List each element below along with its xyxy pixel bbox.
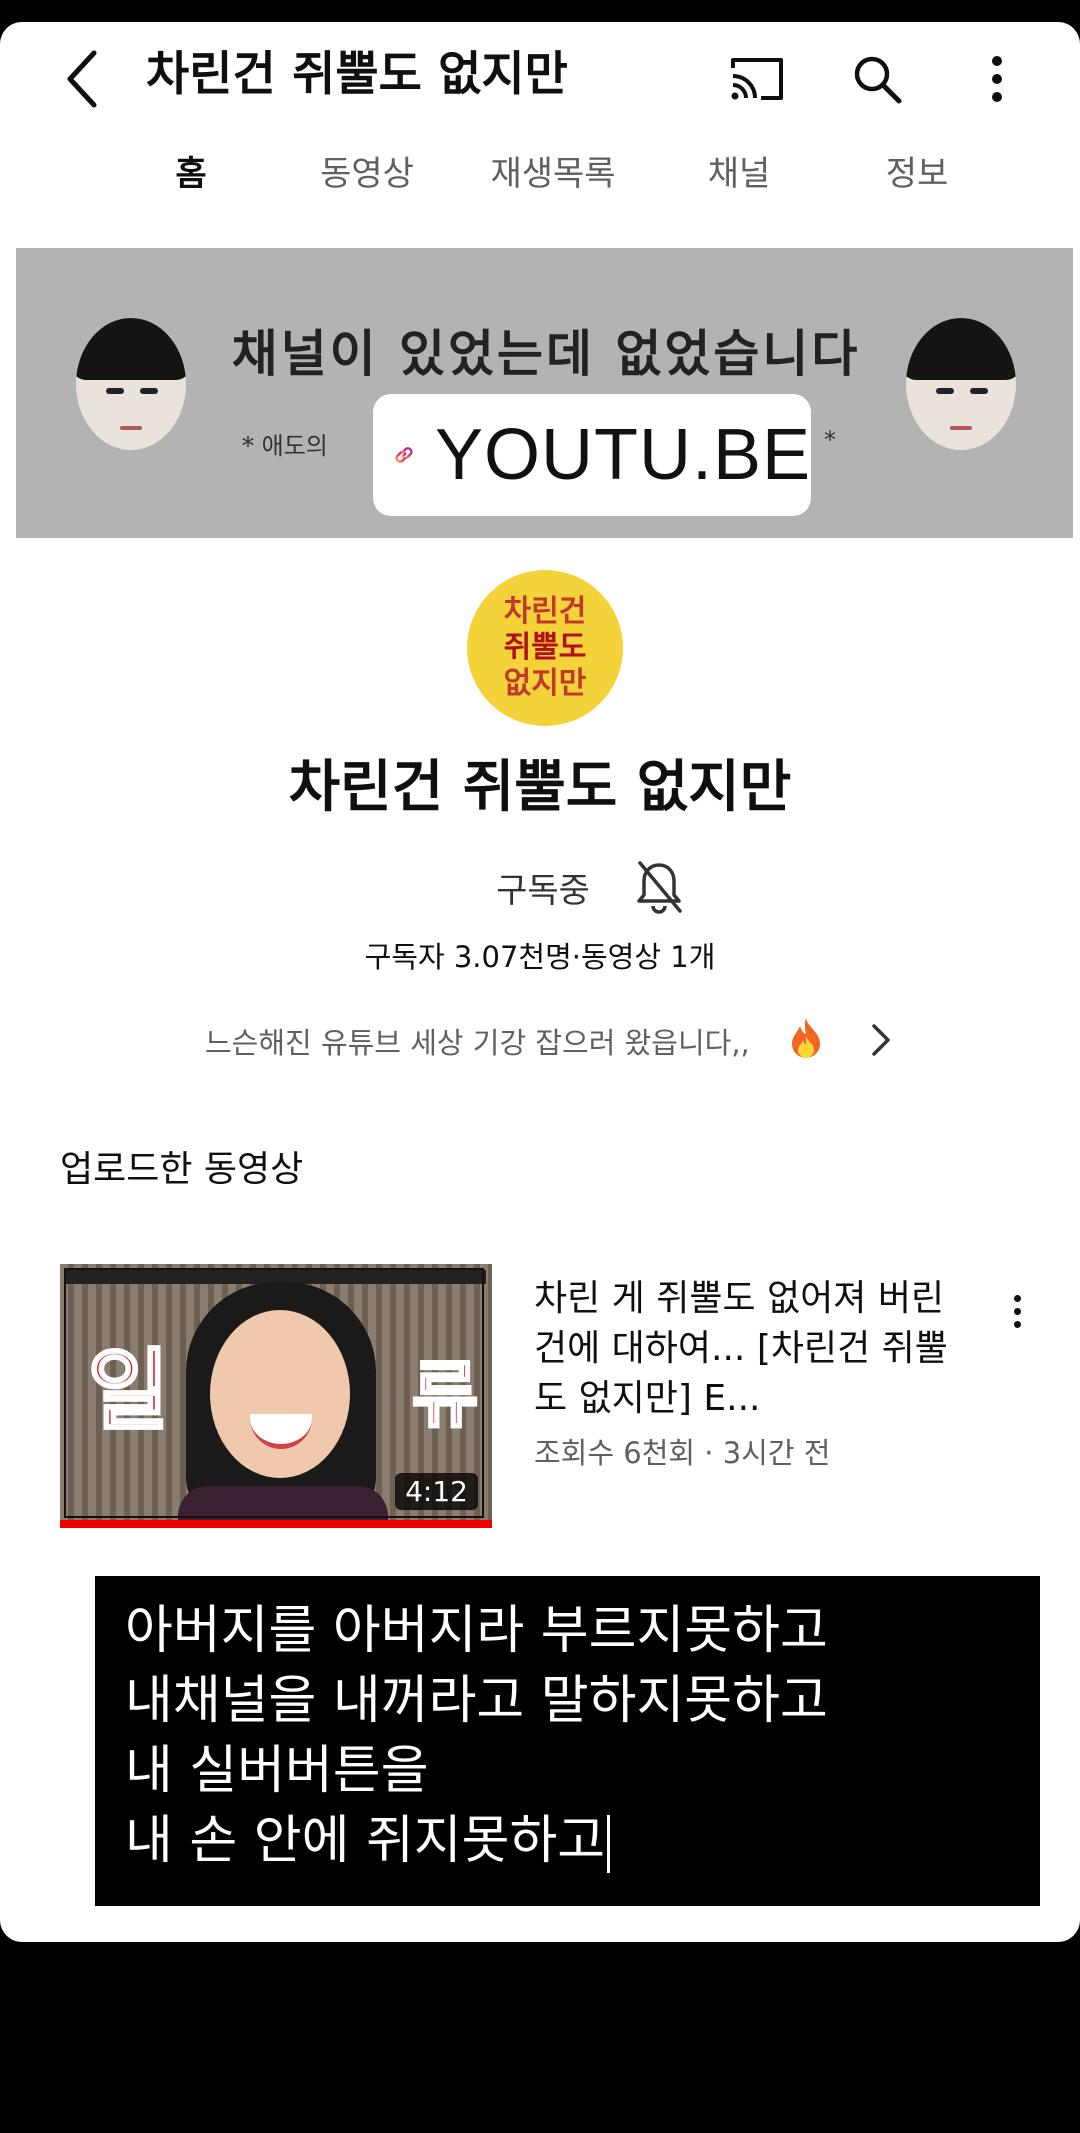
- more-vertical-icon: [992, 56, 1002, 102]
- caption-line-2: 내채널을 내꺼라고 말하지못하고: [125, 1671, 828, 1731]
- banner-star: *: [824, 426, 836, 454]
- video-more-button[interactable]: [1000, 1286, 1034, 1336]
- overflow-menu-button[interactable]: [962, 46, 1032, 112]
- avatar-text-line-1: 차린건: [503, 594, 587, 629]
- avatar-text-line-2: 쥐뿔도: [503, 630, 587, 665]
- story-card: 차린건 쥐뿔도 없지만 홈 동영상 재생목록 채널 정보 채널이 있었는데 없었…: [0, 22, 1080, 1942]
- story-caption-overlay: 아버지를 아버지라 부르지못하고 내채널을 내꺼라고 말하지못하고 내 실버버튼…: [95, 1576, 1040, 1906]
- notifications-off-icon: [637, 861, 682, 914]
- fire-emoji-icon: [792, 1018, 820, 1058]
- page-title: 차린건 쥐뿔도 없지만: [146, 47, 568, 102]
- chevron-right-icon: [872, 1024, 890, 1056]
- channel-avatar[interactable]: 차린건 쥐뿔도 없지만: [467, 570, 623, 726]
- app-header: 차린건 쥐뿔도 없지만: [0, 22, 1080, 132]
- banner-face-left-image: [76, 318, 186, 450]
- link-sticker-label: YOUTU.BE: [434, 415, 811, 495]
- back-arrow-icon: [67, 50, 97, 108]
- watch-progress-bar: [60, 1520, 492, 1528]
- cast-button[interactable]: [722, 46, 792, 112]
- avatar-text-line-3: 없지만: [503, 666, 587, 701]
- banner-face-right-image: [906, 318, 1016, 450]
- banner-headline: 채널이 있었는데 없었습니다: [231, 324, 861, 383]
- subscribed-label: 구독중: [496, 870, 590, 911]
- uploads-section-title: 업로드한 동영상: [60, 1149, 304, 1190]
- caption-line-3: 내 실버버튼을: [125, 1741, 429, 1801]
- text-cursor: [607, 1815, 611, 1873]
- channel-stats: 구독자 3.07천명·동영상 1개: [364, 940, 716, 974]
- caption-line-1: 아버지를 아버지라 부르지못하고: [125, 1601, 828, 1661]
- channel-name: 차린건 쥐뿔도 없지만: [288, 755, 792, 820]
- link-sticker[interactable]: YOUTU.BE: [373, 394, 811, 516]
- cast-icon: [731, 58, 783, 100]
- search-button[interactable]: [842, 46, 912, 112]
- back-button[interactable]: [52, 44, 112, 114]
- more-vertical-icon: [1013, 1294, 1021, 1302]
- channel-description: 느슨해진 유튜브 세상 기강 잡으러 왔읍니다,,: [205, 1026, 750, 1060]
- banner-subline: * 애도의: [242, 432, 328, 460]
- search-icon: [854, 56, 902, 104]
- video-title[interactable]: 차린 게 쥐뿔도 없어져 버린 건에 대하여... [차린건 쥐뿔도 없지만] …: [534, 1274, 974, 1424]
- video-meta: 조회수 6천회 · 3시간 전: [534, 1436, 831, 1470]
- subscribed-button[interactable]: 구독중: [470, 852, 710, 922]
- video-duration-badge: 4:12: [395, 1473, 478, 1510]
- caption-line-4-row: 내 손 안에 쥐지못하고: [125, 1806, 1010, 1876]
- channel-description-row[interactable]: 느슨해진 유튜브 세상 기강 잡으러 왔읍니다,,: [0, 1012, 1080, 1072]
- link-icon: [395, 447, 413, 463]
- video-thumbnail[interactable]: 일 류 4:12: [60, 1264, 492, 1528]
- caption-line-4: 내 손 안에 쥐지못하고: [125, 1811, 606, 1871]
